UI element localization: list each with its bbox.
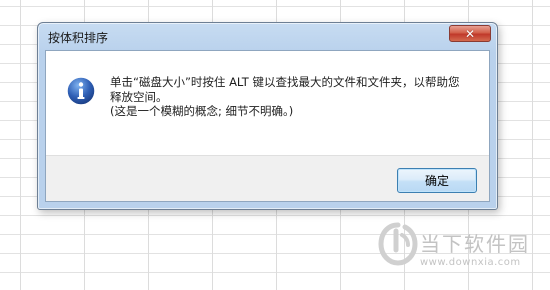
message-dialog: 按体积排序 ✕ 单击“磁盘大小”时按住 ALT 键以查找最大的文件和文件夹，以帮…: [37, 22, 498, 210]
close-icon: ✕: [464, 26, 476, 41]
watermark-brand: 当下软件园: [420, 232, 530, 256]
ok-button[interactable]: 确定: [397, 168, 477, 193]
info-icon: [66, 76, 96, 106]
dialog-message: 单击“磁盘大小”时按住 ALT 键以查找最大的文件和文件夹，以帮助您 释放空间。…: [110, 75, 481, 119]
dialog-content: 单击“磁盘大小”时按住 ALT 键以查找最大的文件和文件夹，以帮助您 释放空间。…: [46, 51, 489, 155]
message-line: 单击“磁盘大小”时按住 ALT 键以查找最大的文件和文件夹，以帮助您: [110, 75, 460, 89]
dialog-title: 按体积排序: [48, 31, 109, 45]
watermark-url: www.downxia.com: [420, 257, 521, 268]
close-button[interactable]: ✕: [449, 25, 491, 42]
message-line: 释放空间。: [110, 89, 168, 104]
watermark-logo: [378, 222, 418, 266]
message-line: (这是一个模糊的概念; 细节不明确。): [110, 104, 294, 118]
dialog-titlebar[interactable]: 按体积排序 ✕: [38, 23, 497, 49]
dialog-client-area: 单击“磁盘大小”时按住 ALT 键以查找最大的文件和文件夹，以帮助您 释放空间。…: [45, 50, 490, 202]
dialog-footer: 确定: [46, 155, 489, 201]
